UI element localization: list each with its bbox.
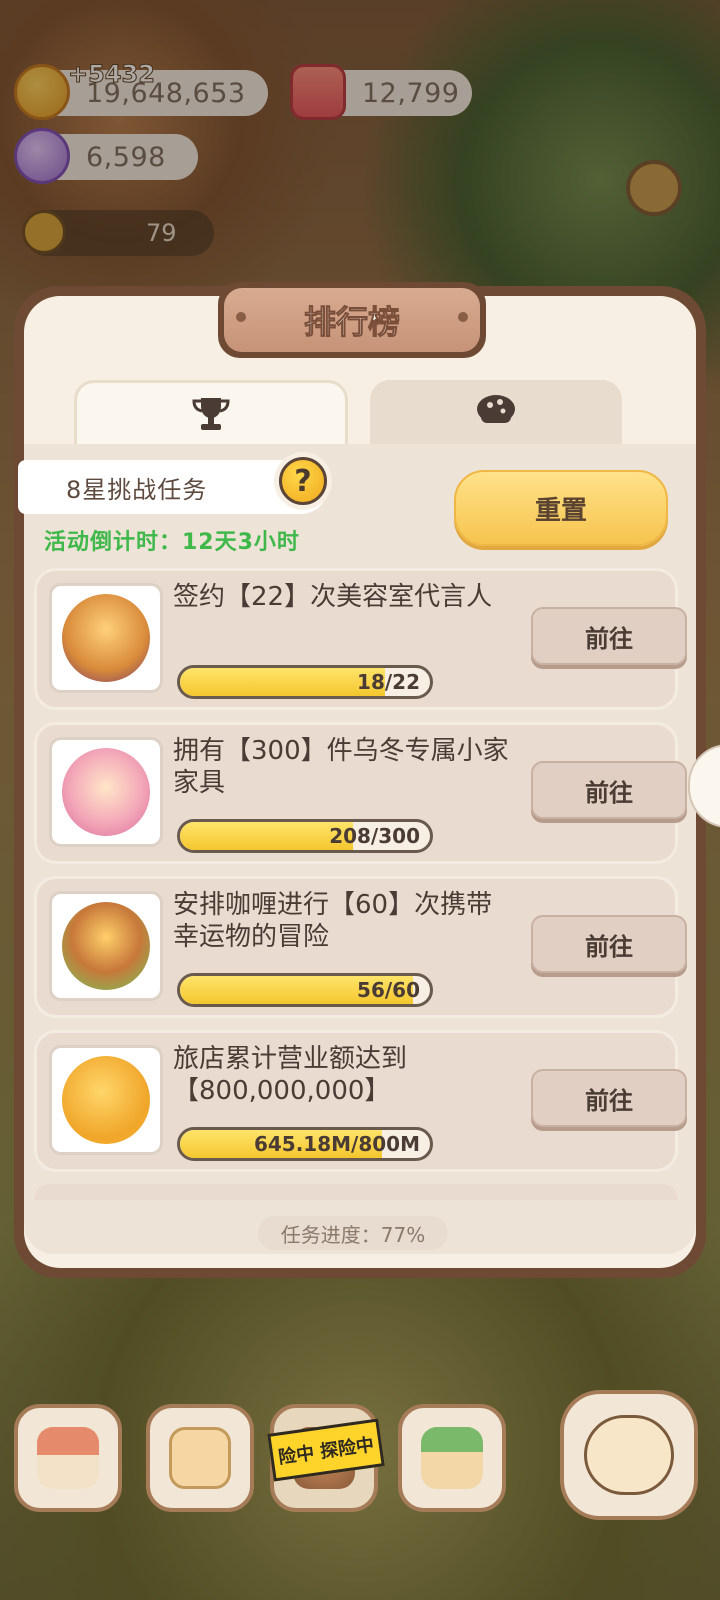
task-progress-text: 645.18M/800M: [253, 1132, 420, 1156]
tab-trophy[interactable]: [74, 380, 348, 444]
go-button[interactable]: 前往: [531, 915, 687, 973]
task-thumbnail: [49, 891, 163, 1001]
challenge-title: 8星挑战任务: [66, 475, 208, 504]
task-card: 拥有【300】件乌冬专属小家家具 208/300 前往: [34, 722, 687, 864]
task-description: 安排咖喱进行【60】次携带幸运物的冒险: [173, 890, 493, 952]
task-thumbnail: [49, 1045, 163, 1155]
plate-rivet: [236, 312, 246, 322]
task-card: 签约【22】次美容室代言人 18/22 前往: [34, 568, 687, 710]
mushroom-house-icon: [37, 1427, 99, 1489]
task-progress-fill: [180, 668, 385, 696]
task-progress-fill: [180, 822, 354, 850]
cookie-model-stage-icon: [62, 594, 150, 682]
next-task-card-edge: [34, 1184, 678, 1200]
task-thumbnail: [49, 737, 163, 847]
nav-notebook-button[interactable]: [146, 1404, 254, 1512]
go-button[interactable]: 前往: [531, 607, 687, 665]
task-progress-bar: 208/300: [177, 819, 433, 853]
task-progress-text: 208/300: [329, 824, 420, 848]
task-card: 安排咖喱进行【60】次携带幸运物的冒险 56/60 前往: [34, 876, 687, 1018]
question-icon: ?: [279, 457, 327, 505]
gold-cookie-icon: [62, 1056, 150, 1144]
notebook-icon: [169, 1427, 231, 1489]
reset-button[interactable]: 重置: [454, 470, 668, 546]
tab-cookie[interactable]: [370, 380, 622, 444]
shop-icon: [421, 1427, 483, 1489]
task-description: 签约【22】次美容室代言人: [173, 582, 493, 612]
nav-home-button[interactable]: [14, 1404, 122, 1512]
panel-title: 排行榜: [224, 288, 480, 352]
task-progress-text: 18/22: [357, 670, 420, 694]
overall-progress: 任务进度：77%: [258, 1216, 448, 1250]
task-progress-bar: 56/60: [177, 973, 433, 1007]
nav-shop-button[interactable]: [398, 1404, 506, 1512]
trophy-icon: [192, 397, 230, 430]
task-card: 旅店累计营业额达到【800,000,000】 645.18M/800M 前往: [34, 1030, 687, 1172]
task-description: 旅店累计营业额达到【800,000,000】: [173, 1044, 408, 1106]
panel-title-plate: 排行榜: [218, 282, 486, 358]
task-progress-bar: 645.18M/800M: [177, 1127, 433, 1161]
task-progress-text: 56/60: [357, 978, 420, 1002]
cookie-icon: [477, 395, 515, 423]
task-description: 拥有【300】件乌冬专属小家家具: [173, 736, 509, 798]
furniture-scroll-icon: [62, 748, 150, 836]
adventure-flower-icon: [62, 902, 150, 990]
go-button[interactable]: 前往: [531, 1069, 687, 1127]
plate-rivet: [458, 312, 468, 322]
event-countdown: 活动倒计时：12天3小时: [44, 530, 300, 555]
go-button[interactable]: 前往: [531, 761, 687, 819]
pet-icon: [584, 1415, 674, 1495]
task-thumbnail: [49, 583, 163, 693]
nav-pet-button[interactable]: [560, 1390, 698, 1520]
task-progress-bar: 18/22: [177, 665, 433, 699]
help-button[interactable]: ?: [274, 452, 332, 510]
